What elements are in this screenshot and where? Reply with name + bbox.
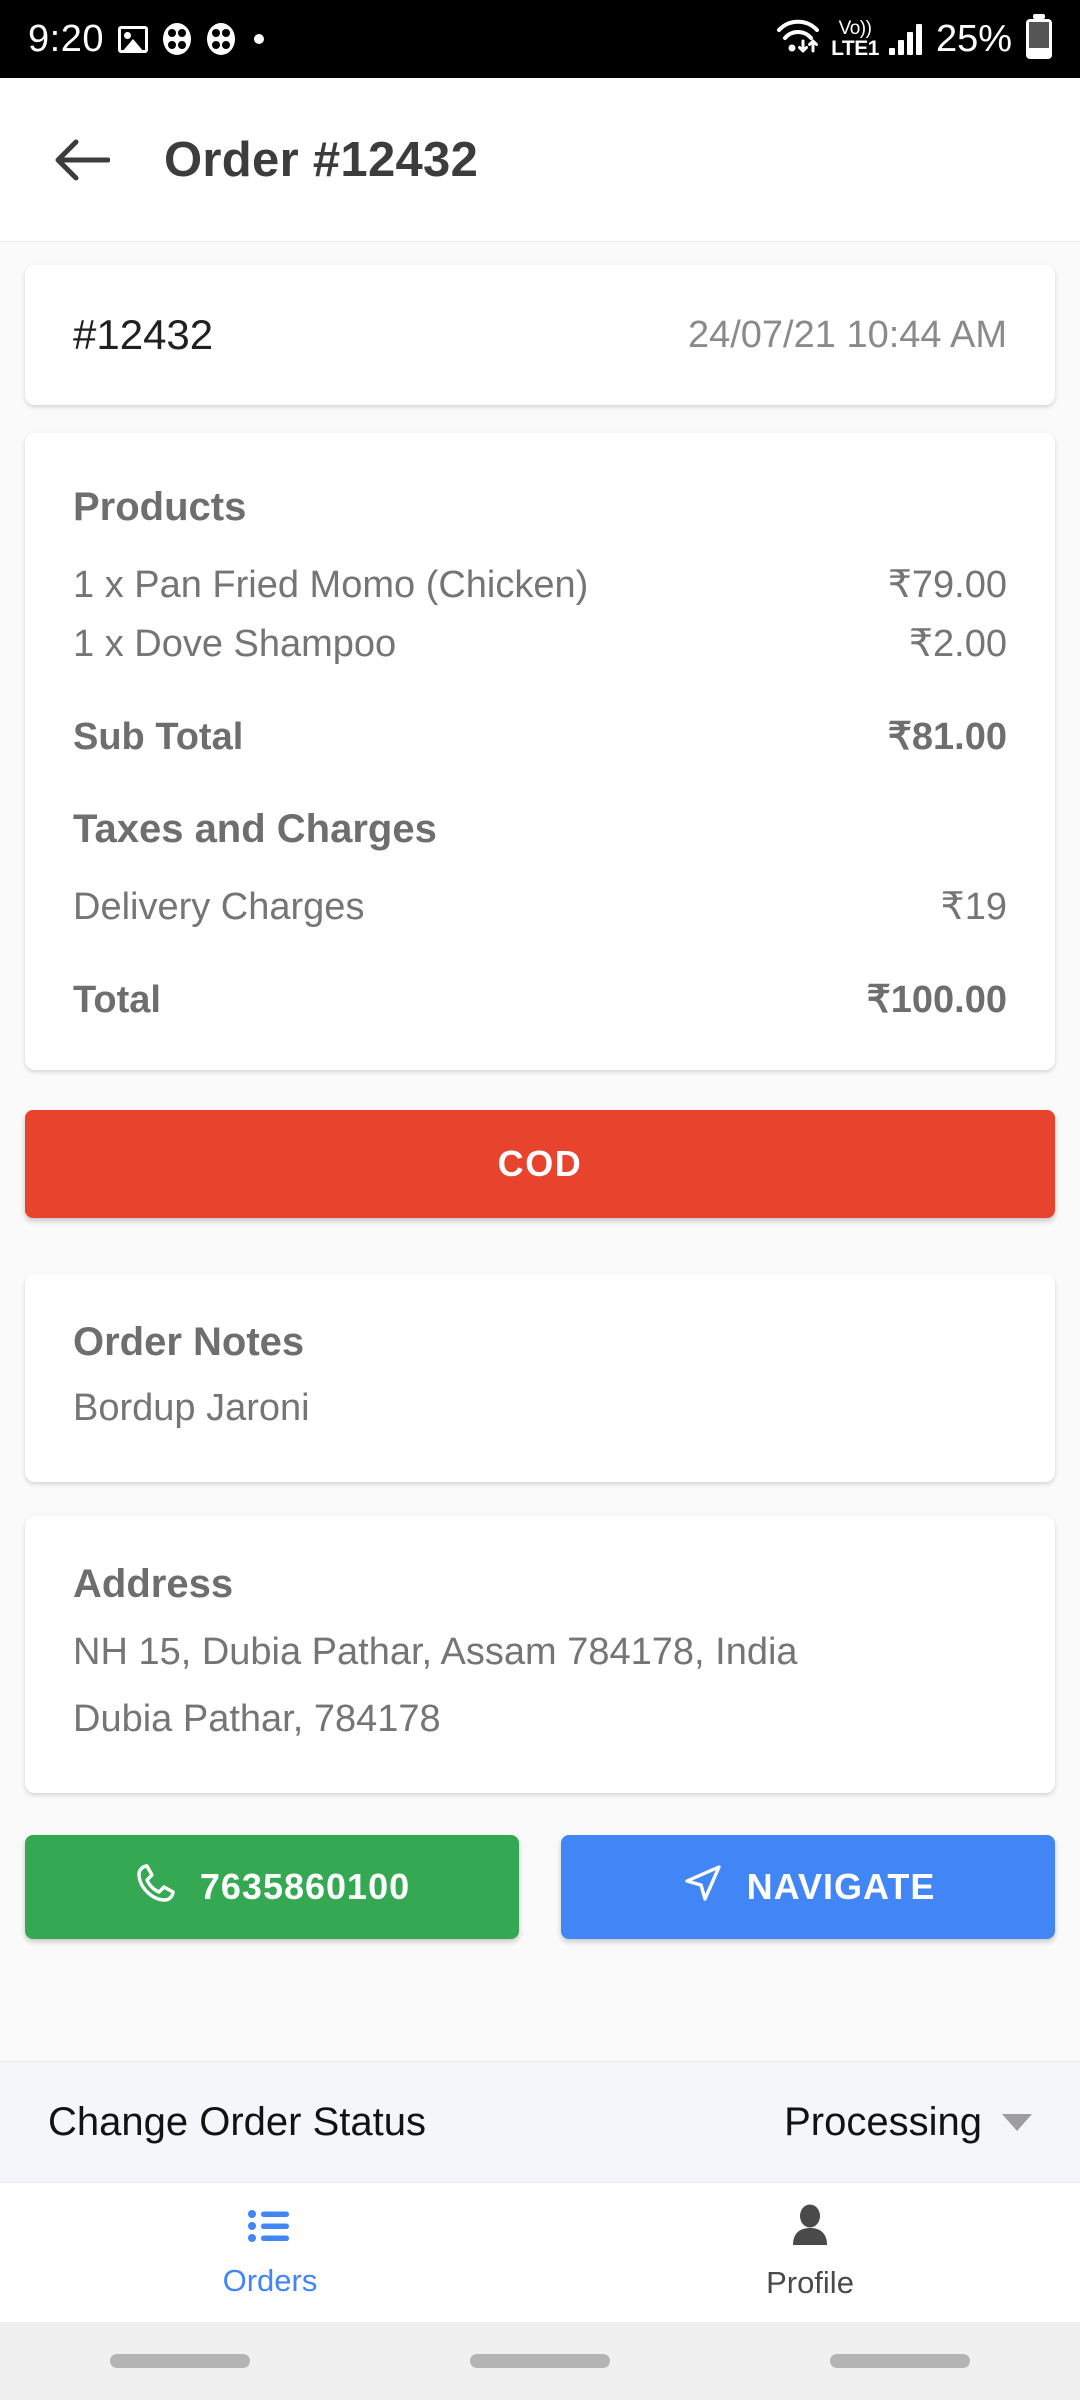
flower-app-icon: [206, 22, 236, 56]
volte-label-top: Vo)): [838, 18, 872, 39]
chevron-down-icon: [1002, 2113, 1032, 2131]
bottom-nav-label-orders: Orders: [222, 2263, 318, 2298]
taxes-heading: Taxes and Charges: [73, 807, 437, 851]
sub-total-label: Sub Total: [73, 716, 244, 758]
order-datetime-label: 24/07/21 10:44 AM: [687, 313, 1007, 356]
phone-icon: [134, 1861, 178, 1914]
person-icon: [787, 2204, 833, 2253]
system-nav-recents-pill[interactable]: [830, 2354, 970, 2368]
order-notes-card: Order Notes Bordup Jaroni: [25, 1274, 1055, 1482]
payment-method-button[interactable]: COD: [25, 1110, 1055, 1218]
action-button-row: 7635860100 NAVIGATE: [25, 1835, 1055, 1939]
address-heading: Address: [73, 1562, 234, 1606]
product-row: 1 x Pan Fried Momo (Chicken) ₹79.00: [73, 562, 1007, 607]
order-status-value: Processing: [784, 2099, 982, 2144]
product-name: 1 x Pan Fried Momo (Chicken): [73, 564, 589, 606]
bottom-nav-item-orders[interactable]: Orders: [0, 2183, 540, 2322]
system-nav-back-pill[interactable]: [110, 2354, 250, 2368]
photo-icon: [117, 25, 148, 53]
product-price: ₹2.00: [908, 623, 1007, 665]
total-row: Total ₹100.00: [73, 977, 1007, 1022]
navigate-button-label: NAVIGATE: [746, 1866, 936, 1907]
bottom-nav-item-profile[interactable]: Profile: [540, 2183, 1080, 2322]
charge-price: ₹19: [940, 886, 1007, 928]
back-arrow-icon[interactable]: [48, 127, 114, 193]
address-line-1: NH 15, Dubia Pathar, Assam 784178, India: [73, 1631, 798, 1673]
change-order-status-bar[interactable]: Change Order Status Processing: [0, 2061, 1080, 2182]
call-button-label: 7635860100: [199, 1866, 411, 1907]
battery-percent-label: 25%: [935, 17, 1012, 60]
signal-bars-icon: [888, 23, 922, 55]
products-card: Products 1 x Pan Fried Momo (Chicken) ₹7…: [25, 433, 1055, 1070]
volte-label-bottom: LTE1: [831, 37, 879, 60]
dot-icon: [253, 34, 264, 44]
order-notes-heading: Order Notes: [73, 1320, 305, 1364]
order-notes-value: Bordup Jaroni: [73, 1387, 310, 1429]
battery-icon: [1026, 19, 1052, 59]
order-id-label: #12432: [73, 311, 214, 358]
app-bar: Order #12432: [0, 78, 1080, 242]
order-detail-scroll[interactable]: #12432 24/07/21 10:44 AM Products 1 x Pa…: [0, 243, 1080, 2100]
product-row: 1 x Dove Shampoo ₹2.00: [73, 621, 1007, 666]
navigation-arrow-icon: [681, 1861, 725, 1914]
bottom-nav-label-profile: Profile: [766, 2265, 854, 2300]
wifi-icon: [775, 18, 821, 61]
page-title: Order #12432: [164, 132, 479, 187]
status-bar: 9:20 Vo)) LTE1 25%: [0, 0, 1080, 78]
change-order-status-label: Change Order Status: [48, 2099, 426, 2144]
total-value: ₹100.00: [866, 979, 1007, 1021]
total-label: Total: [73, 979, 161, 1021]
order-summary-card: #12432 24/07/21 10:44 AM: [25, 265, 1055, 405]
call-button[interactable]: 7635860100: [25, 1835, 519, 1939]
phone-screen: 9:20 Vo)) LTE1 25% Order #12432 #12432 2…: [0, 0, 1080, 2400]
product-price: ₹79.00: [887, 564, 1007, 606]
sub-total-row: Sub Total ₹81.00: [73, 714, 1007, 759]
sub-total-value: ₹81.00: [887, 716, 1007, 758]
bottom-navigation: Orders Profile: [0, 2182, 1080, 2322]
products-heading: Products: [73, 485, 247, 529]
address-card: Address NH 15, Dubia Pathar, Assam 78417…: [25, 1516, 1055, 1793]
address-line-2: Dubia Pathar, 784178: [73, 1698, 441, 1740]
system-nav-home-pill[interactable]: [470, 2354, 610, 2368]
order-status-dropdown[interactable]: Processing: [784, 2100, 1032, 2145]
navigate-button[interactable]: NAVIGATE: [561, 1835, 1055, 1939]
volte-icon: Vo)) LTE1: [831, 19, 879, 59]
charge-row: Delivery Charges ₹19: [73, 884, 1007, 929]
status-bar-right: Vo)) LTE1 25%: [775, 18, 1052, 61]
product-name: 1 x Dove Shampoo: [73, 623, 397, 665]
status-bar-clock: 9:20: [28, 17, 104, 60]
flower-app-icon: [162, 22, 192, 56]
charge-name: Delivery Charges: [73, 886, 365, 928]
status-bar-left: 9:20: [28, 18, 264, 61]
system-navigation-bar: [0, 2322, 1080, 2400]
list-icon: [247, 2206, 293, 2251]
